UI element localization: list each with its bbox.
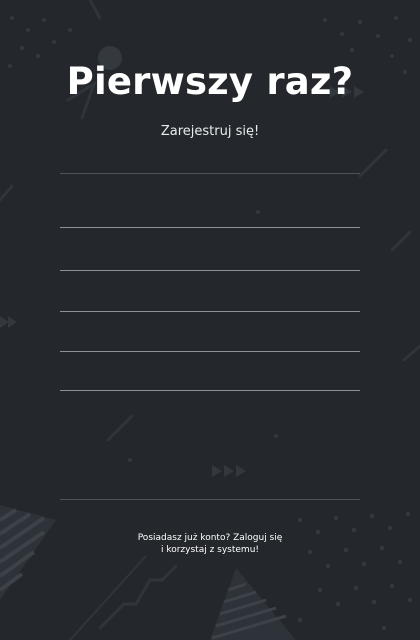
register-field-1[interactable] — [60, 198, 360, 228]
register-field-2[interactable] — [60, 241, 360, 271]
page-title: Pierwszy raz? — [66, 60, 354, 103]
register-card: Pierwszy raz? Zarejestruj się! Posiadasz… — [0, 0, 420, 640]
register-field-5[interactable] — [60, 361, 360, 391]
page-subtitle: Zarejestruj się! — [160, 124, 260, 139]
login-hint-line-2: i korzystaj z systemu! — [160, 545, 260, 555]
login-hint[interactable]: Posiadasz już konto? Zaloguj się i korzy… — [60, 532, 360, 556]
divider — [60, 173, 360, 174]
submit-area — [60, 392, 360, 500]
login-hint-line-1: Posiadasz już konto? Zaloguj się — [137, 533, 283, 543]
register-field-3[interactable] — [60, 282, 360, 312]
register-field-4[interactable] — [60, 322, 360, 352]
